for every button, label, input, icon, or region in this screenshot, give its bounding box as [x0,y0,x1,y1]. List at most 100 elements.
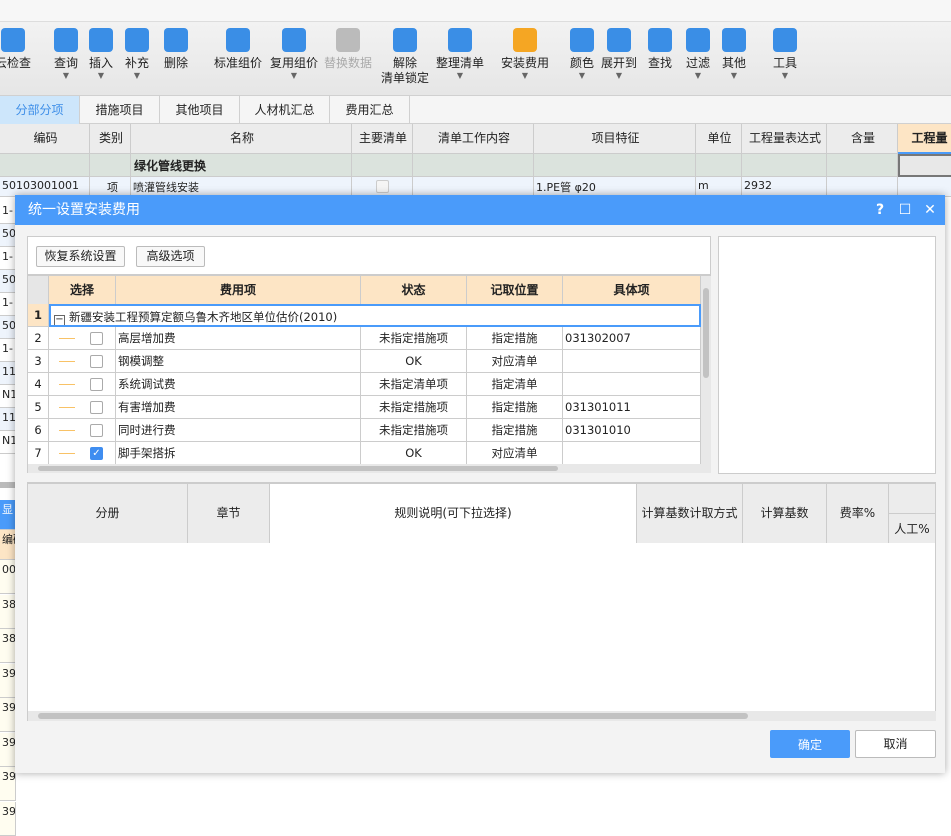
replace-data-icon [336,28,360,52]
horizontal-scrollbar[interactable] [28,464,711,473]
scroll-thumb[interactable] [703,288,709,378]
toolbar: 云检查 查询 ▼ 插入 ▼ 补充 ▼ 删除 标准组价 复用组价 ▼ 替换数据 解除 清单锁定 整理清单 ▼ 安… [0,22,951,96]
fee-checkbox[interactable] [90,355,103,368]
toolbar-tools-button[interactable]: 工具 ▼ [757,28,813,81]
restore-system-settings-button[interactable]: 恢复系统设置 [36,246,125,267]
row-code: 116 [0,362,16,385]
chevron-down-icon[interactable]: ▼ [109,71,165,81]
rule-column-header-1: 章节 [188,484,270,543]
select-cell [49,373,116,396]
cancel-button[interactable]: 取消 [855,730,936,758]
fee-checkbox[interactable] [90,401,103,414]
toolbar-cloud-check-button[interactable]: 云检查 [0,28,41,71]
tab-3[interactable]: 人材机汇总 [240,96,330,124]
toolbar-label: 标准组价 [213,56,262,70]
help-icon[interactable]: ? [870,195,890,225]
fee-position[interactable]: 指定清单 [467,373,563,396]
row-code: 1- [0,247,16,270]
fee-position[interactable]: 指定措施 [467,419,563,442]
fee-detail[interactable]: 031301011 [563,396,701,419]
chevron-down-icon[interactable]: ▼ [266,71,322,81]
fee-status: 未指定措施项 [361,396,467,419]
column-header[interactable]: 主要清单 [352,124,413,154]
supplement-icon [125,28,149,52]
fee-detail[interactable]: 031302007 [563,327,701,350]
fee-status: OK [361,350,467,373]
tab-2[interactable]: 其他项目 [160,96,240,124]
fee-position[interactable]: 对应清单 [467,442,563,465]
toolbar-unlock-button[interactable]: 解除 清单锁定 [377,28,433,86]
column-header[interactable]: 编码 [0,124,90,154]
close-icon[interactable]: ✕ [920,195,940,225]
row-code: 501 [0,224,16,247]
chevron-down-icon[interactable]: ▼ [757,71,813,81]
main-list-checkbox[interactable] [376,180,389,193]
top-strip [0,0,951,22]
group-row-cell [0,154,90,177]
splitter[interactable] [0,482,16,488]
column-header[interactable]: 工程量表达式 [742,124,827,154]
group-row-cell [413,154,534,177]
fee-detail[interactable] [563,373,701,396]
fee-position[interactable]: 对应清单 [467,350,563,373]
chevron-down-icon[interactable]: ▼ [706,71,762,81]
column-header[interactable]: 清单工作内容 [413,124,534,154]
toolbar-organize-list-button[interactable]: 整理清单 ▼ [432,28,488,81]
column-header[interactable]: 名称 [131,124,352,154]
chevron-down-icon[interactable]: ▼ [591,71,647,81]
toolbar-label: 复用组价 [269,56,318,70]
fee-status: OK [361,442,467,465]
tree-line [59,338,75,339]
rule-column-header-4: 计算基数 [743,484,827,543]
tree-root-row[interactable]: − 新疆安装工程预算定额乌鲁木齐地区单位估价(2010) [49,304,701,327]
column-header[interactable]: 类别 [90,124,131,154]
horizontal-scrollbar[interactable] [28,711,936,721]
row-cell [413,177,534,197]
fee-checkbox[interactable] [90,424,103,437]
chevron-down-icon[interactable]: ▼ [432,71,488,81]
lower-row-code: 389 [0,594,16,629]
row-code: N1 [0,385,16,408]
column-header[interactable]: 含量 [827,124,898,154]
row-code: 1- [0,201,16,224]
ok-button[interactable]: 确定 [770,730,850,758]
fee-checkbox[interactable] [90,332,103,345]
tab-0[interactable]: 分部分项 [0,96,80,124]
toolbar-reuse-price-button[interactable]: 复用组价 ▼ [266,28,322,81]
fee-detail[interactable]: 031301010 [563,419,701,442]
tab-1[interactable]: 措施项目 [80,96,160,124]
advanced-options-button[interactable]: 高级选项 [136,246,205,267]
column-header[interactable]: 工程量 [898,124,951,154]
chevron-down-icon[interactable]: ▼ [497,71,553,81]
collapse-icon[interactable]: − [54,315,65,325]
toolbar-install-fee-button[interactable]: 安装费用 ▼ [497,28,553,81]
maximize-icon[interactable]: ☐ [895,195,915,225]
group-row-cell [827,154,898,177]
row-code: N1 [0,431,16,454]
fee-position[interactable]: 指定措施 [467,327,563,350]
select-cell [49,396,116,419]
toolbar-standard-price-button[interactable]: 标准组价 [210,28,266,71]
toolbar-label: 查找 [647,56,672,70]
toolbar-trash-button[interactable]: 删除 [148,28,204,71]
scroll-thumb[interactable] [38,466,558,471]
row-type: 项 [107,181,118,194]
fee-detail[interactable] [563,442,701,465]
fee-position[interactable]: 指定措施 [467,396,563,419]
grid-apps-icon [722,28,746,52]
row-code: 1- [0,339,16,362]
row-number: 2 [28,327,49,350]
toolbar-grid-apps-button[interactable]: 其他 ▼ [706,28,762,81]
organize-list-icon [448,28,472,52]
tab-4[interactable]: 费用汇总 [330,96,410,124]
toolbar-label: 工具 [772,56,797,70]
fee-checkbox[interactable] [90,378,103,391]
column-header[interactable]: 项目特征 [534,124,696,154]
row-number: 4 [28,373,49,396]
column-header[interactable]: 单位 [696,124,742,154]
fee-detail[interactable] [563,350,701,373]
fee-items-panel: 恢复系统设置 高级选项 选择 费用项 状态 记取位置 具体项 1− 新疆安装工程预算定额乌鲁… [27,236,711,473]
vertical-scrollbar[interactable] [701,276,711,464]
fee-status: 未指定清单项 [361,373,467,396]
fee-checkbox[interactable]: ✓ [90,447,103,460]
